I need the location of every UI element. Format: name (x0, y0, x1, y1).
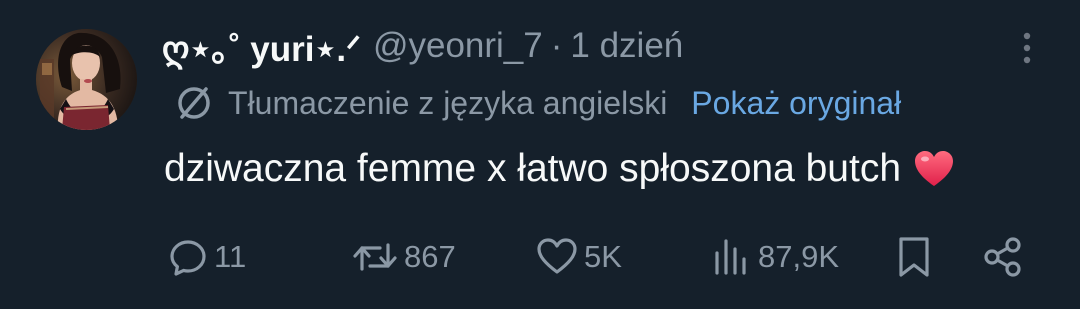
more-options-button[interactable] (1012, 28, 1042, 68)
share-button[interactable] (982, 228, 1024, 286)
user-handle[interactable]: @yeonri_7 (373, 26, 543, 66)
views-icon (715, 239, 746, 275)
tweet-text: dziwaczna femme x łatwo spłoszona butch (164, 142, 955, 196)
reply-count: 11 (214, 239, 247, 274)
display-name[interactable]: ღ⋆｡˚ yuri⋆.ᐟ (162, 21, 361, 72)
bookmark-button[interactable] (894, 228, 934, 286)
translation-label: Tłumaczenie z języka angielski (228, 84, 668, 121)
like-count: 5K (584, 239, 622, 274)
reply-icon (170, 240, 206, 276)
share-icon (984, 237, 1021, 277)
views-count: 87,9K (758, 239, 840, 274)
repost-count: 867 (404, 239, 456, 274)
show-original-link[interactable]: Pokaż oryginał (691, 85, 901, 122)
red-heart-emoji (915, 151, 954, 186)
tweet-header: ღ⋆｡˚ yuri⋆.ᐟ @yeonri_7 · 1 dzień (162, 22, 683, 70)
reply-button[interactable]: 11 (168, 228, 246, 286)
repost-icon (353, 243, 397, 271)
header-separator: · (550, 26, 563, 65)
repost-button[interactable]: 867 (352, 228, 456, 286)
translate-icon (178, 87, 210, 119)
avatar[interactable] (36, 29, 137, 130)
timestamp[interactable]: 1 dzień (570, 26, 683, 66)
bookmark-icon (899, 237, 929, 277)
views-button[interactable]: 87,9K (712, 228, 839, 286)
like-button[interactable]: 5K (536, 228, 622, 286)
heart-icon (537, 238, 577, 274)
more-vertical-icon (1023, 32, 1031, 64)
tweet-card[interactable]: ღ⋆｡˚ yuri⋆.ᐟ @yeonri_7 · 1 dzień Tłumacz… (0, 0, 1080, 309)
action-bar: 11 867 5K 87,9K (0, 228, 1080, 286)
avatar-image (36, 29, 137, 130)
translation-notice: Tłumaczenie z języka angielski Pokaż ory… (172, 80, 901, 126)
tweet-text-content: dziwaczna femme x łatwo spłoszona butch (164, 147, 902, 190)
